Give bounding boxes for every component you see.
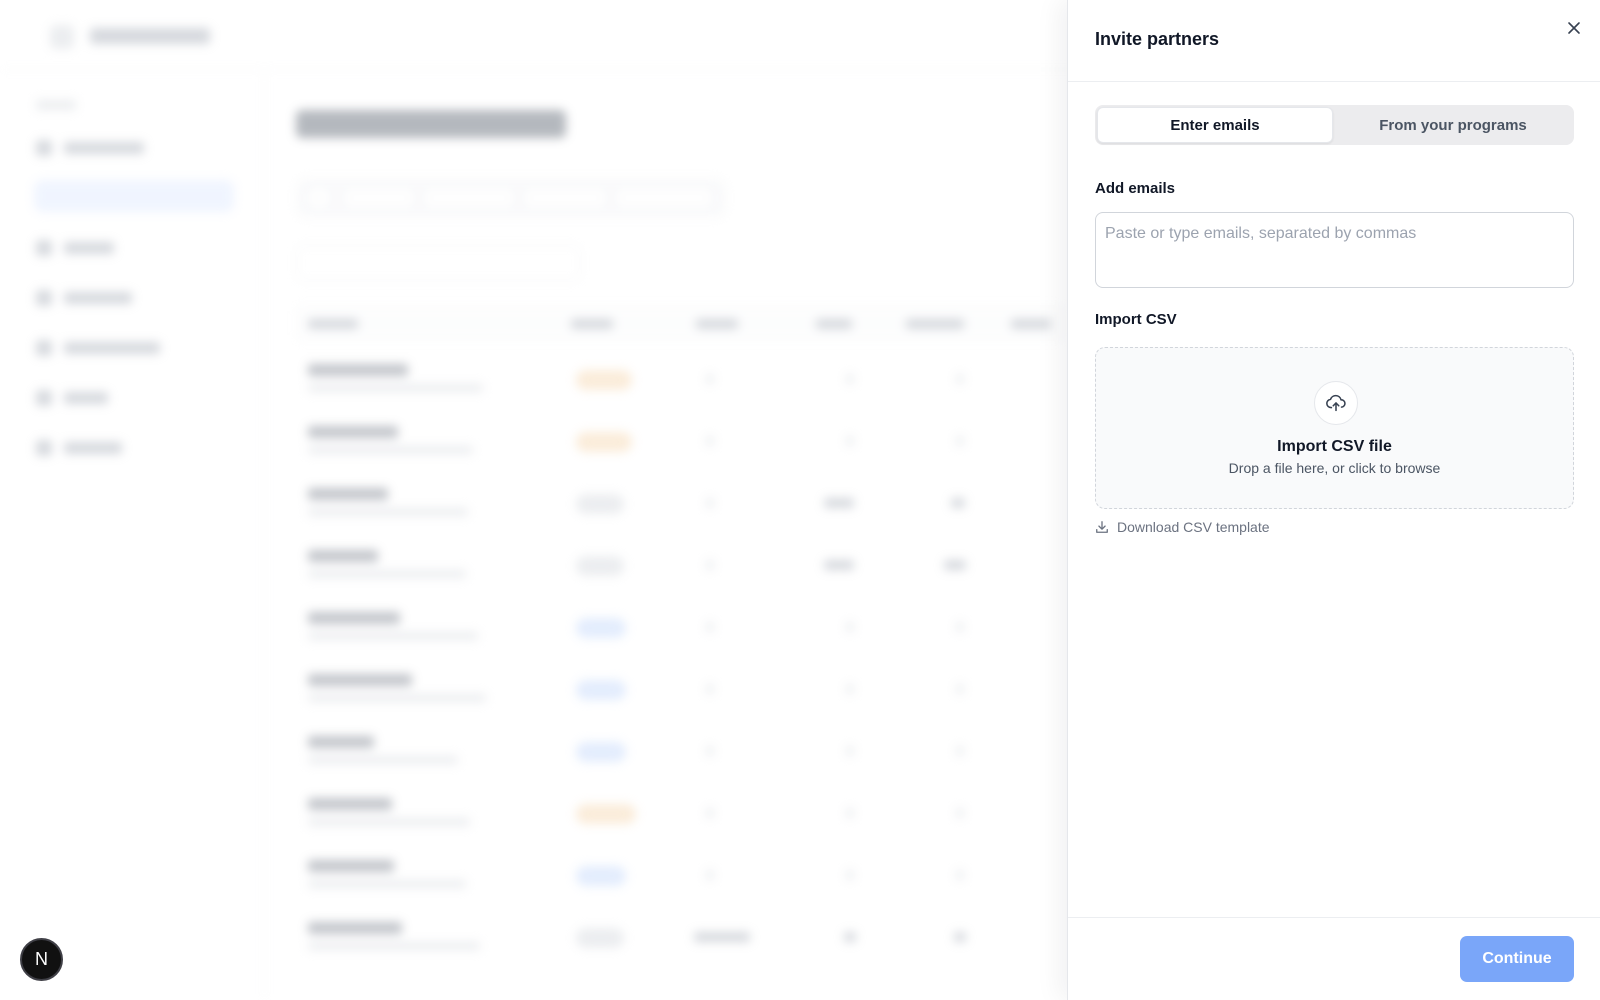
download-icon — [1096, 521, 1108, 533]
dropzone-title: Import CSV file — [1277, 438, 1392, 455]
invite-partners-drawer: Invite partners Enter emails From your p… — [1067, 0, 1600, 1000]
close-button[interactable] — [1562, 16, 1586, 40]
download-csv-template-label: Download CSV template — [1117, 519, 1270, 535]
dev-badge-label: N — [35, 949, 48, 969]
close-icon — [1568, 22, 1580, 34]
upload-icon-container — [1314, 381, 1358, 425]
dropzone-subtitle: Drop a file here, or click to browse — [1228, 460, 1441, 476]
drawer-title: Invite partners — [1095, 29, 1220, 49]
cloud-upload-icon — [1326, 394, 1346, 412]
drawer-footer: Continue — [1068, 917, 1600, 1000]
invite-method-tabs: Enter emails From your programs — [1095, 105, 1574, 145]
continue-button[interactable]: Continue — [1460, 936, 1574, 982]
dev-tools-badge[interactable]: N — [20, 938, 63, 981]
tab-enter-emails[interactable]: Enter emails — [1097, 107, 1333, 143]
drawer-header: Invite partners — [1068, 0, 1600, 82]
csv-dropzone[interactable]: Import CSV file Drop a file here, or cli… — [1095, 347, 1574, 509]
tab-from-your-programs[interactable]: From your programs — [1335, 107, 1571, 143]
download-csv-template-link[interactable]: Download CSV template — [1095, 518, 1270, 536]
emails-input[interactable] — [1095, 212, 1574, 288]
import-csv-label: Import CSV — [1095, 311, 1177, 328]
add-emails-label: Add emails — [1095, 180, 1176, 197]
